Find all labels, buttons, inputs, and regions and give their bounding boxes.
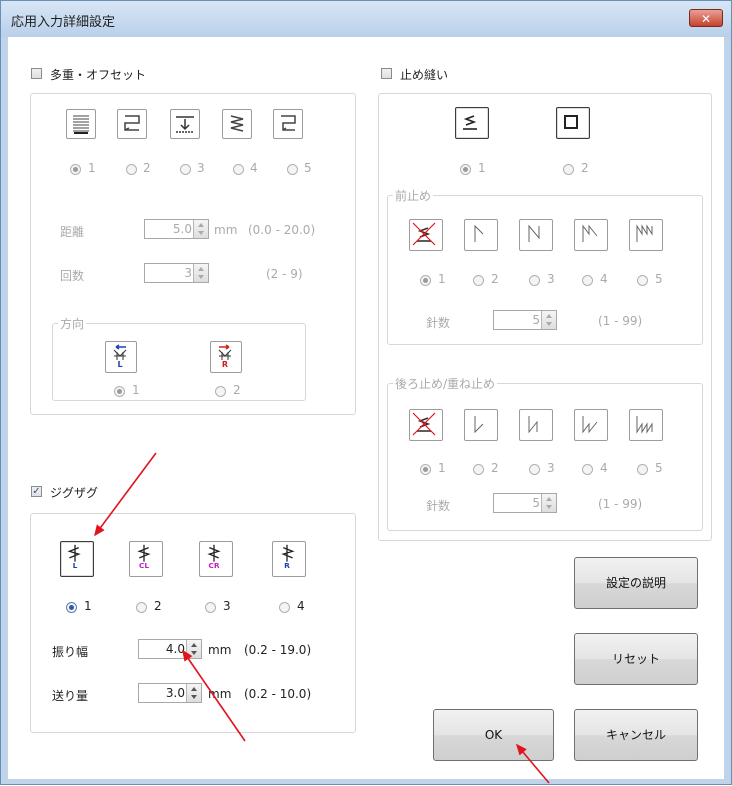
arrow-to-ok-button <box>515 743 550 784</box>
arrow-to-swing-width <box>182 649 246 742</box>
arrow-to-zigzag-icon <box>94 452 157 537</box>
annotation-arrows <box>94 452 550 784</box>
dialog-window: 応用入力詳細設定 ✕ 多重・オフセット 1 2 3 4 5 距離 5.0 mm … <box>0 0 732 785</box>
